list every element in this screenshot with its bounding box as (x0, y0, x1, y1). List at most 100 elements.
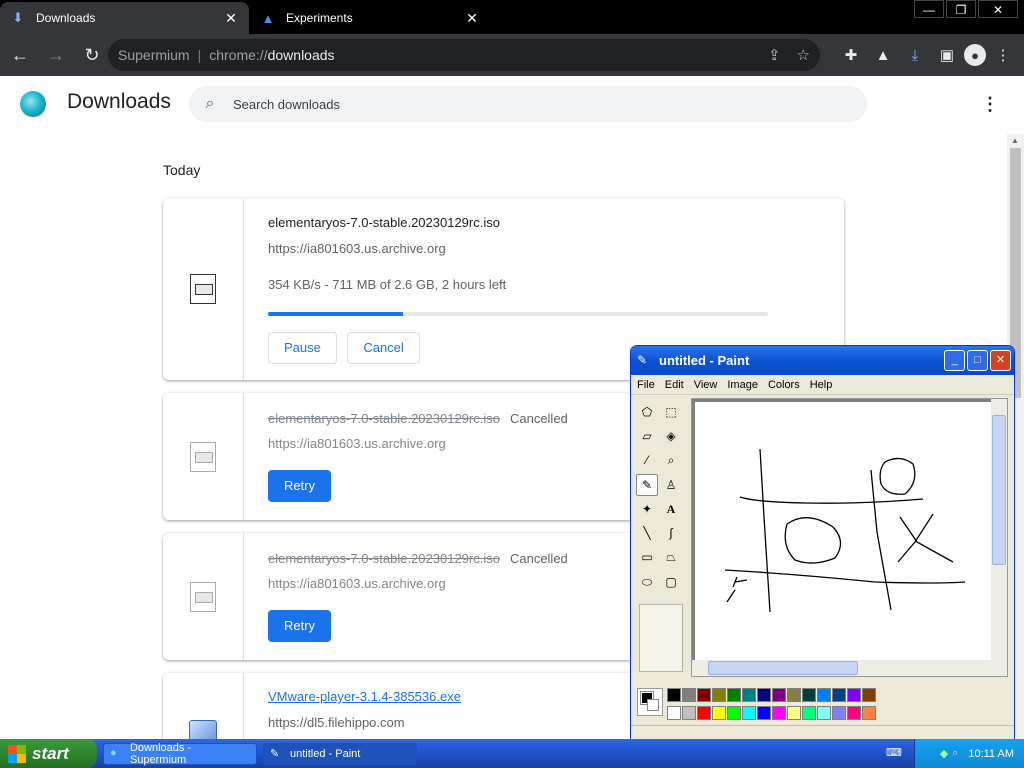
palette-swatch[interactable] (712, 688, 726, 702)
palette-swatch[interactable] (697, 706, 711, 720)
palette-swatch[interactable] (862, 706, 876, 720)
palette-swatch[interactable] (817, 688, 831, 702)
keyboard-icon[interactable]: ⌨ (886, 746, 902, 760)
labs-flask-icon[interactable]: ▲ (868, 39, 898, 71)
pause-button[interactable]: Pause (268, 332, 337, 364)
menu-edit[interactable]: Edit (665, 379, 684, 391)
palette-swatch[interactable] (742, 688, 756, 702)
extensions-icon[interactable]: ✚ (836, 39, 866, 71)
palette-swatch[interactable] (787, 706, 801, 720)
search-icon[interactable]: ⌕ (952, 747, 958, 760)
paint-maximize-button[interactable]: □ (967, 350, 988, 371)
palette-swatch[interactable] (802, 706, 816, 720)
file-source[interactable]: https://ia801603.us.archive.org (268, 576, 446, 591)
pencil-icon[interactable]: ✎ (636, 473, 658, 496)
cancel-button[interactable]: Cancel (347, 332, 420, 364)
menu-colors[interactable]: Colors (768, 379, 800, 391)
menu-kebab-icon[interactable]: ⋮ (988, 39, 1018, 71)
restore-button[interactable]: ❐ (946, 0, 976, 18)
palette-swatch[interactable] (757, 706, 771, 720)
retry-button[interactable]: Retry (268, 610, 332, 642)
curve-tool-icon[interactable]: ∫ (660, 522, 682, 544)
network-icon[interactable]: ◆ (940, 747, 948, 760)
rect-select-icon[interactable]: ⬚ (660, 401, 682, 423)
fill-bucket-icon[interactable]: ◈ (660, 425, 682, 447)
retry-button[interactable]: Retry (268, 470, 332, 502)
start-button[interactable]: start (0, 739, 97, 768)
magnifier-icon[interactable]: ⌕ (660, 450, 682, 472)
address-bar[interactable]: Supermium | chrome://downloads ⇪ ☆ (108, 39, 820, 71)
ellipse-tool-icon[interactable]: ⬭ (636, 571, 658, 593)
scroll-up-arrow-icon[interactable]: ▲ (1011, 136, 1019, 145)
downloads-progress-icon[interactable]: ⤓ (900, 39, 930, 71)
paint-horizontal-scrollbar[interactable] (692, 660, 1007, 676)
paint-title-bar[interactable]: ✎ untitled - Paint _ □ ✕ (631, 346, 1014, 375)
line-tool-icon[interactable]: ╲ (636, 522, 658, 544)
share-icon[interactable]: ⇪ (768, 46, 781, 64)
palette-swatch[interactable] (847, 706, 861, 720)
file-source[interactable]: https://ia801603.us.archive.org (268, 436, 446, 451)
menu-image[interactable]: Image (727, 379, 758, 391)
reload-button[interactable]: ↻ (76, 39, 108, 71)
search-box[interactable]: ⌕ (189, 86, 867, 122)
file-source[interactable]: https://dl5.filehippo.com (268, 715, 405, 730)
palette-swatch[interactable] (727, 688, 741, 702)
palette-swatch[interactable] (832, 706, 846, 720)
text-tool-icon[interactable]: A (660, 498, 682, 520)
more-actions-icon[interactable]: ⋮ (978, 94, 1002, 118)
menu-view[interactable]: View (694, 379, 718, 391)
palette-swatch[interactable] (712, 706, 726, 720)
palette-swatch[interactable] (817, 706, 831, 720)
palette-swatch[interactable] (862, 688, 876, 702)
current-colors[interactable] (637, 688, 663, 716)
palette-swatch[interactable] (667, 688, 681, 702)
paint-close-button[interactable]: ✕ (990, 350, 1011, 371)
rounded-rect-tool-icon[interactable]: ▢ (660, 571, 682, 593)
palette-swatch[interactable] (772, 688, 786, 702)
eraser-icon[interactable]: ▱ (636, 425, 658, 447)
free-select-icon[interactable]: ⬠ (636, 401, 658, 423)
menu-help[interactable]: Help (810, 379, 833, 391)
taskbar-item-browser[interactable]: ● Downloads - Supermium (103, 742, 257, 766)
paint-minimize-button[interactable]: _ (944, 350, 965, 371)
palette-swatch[interactable] (772, 706, 786, 720)
tab-downloads[interactable]: ⬇ Downloads ✕ (0, 2, 249, 34)
palette-swatch[interactable] (727, 706, 741, 720)
palette-swatch[interactable] (742, 706, 756, 720)
close-tab-icon[interactable]: ✕ (464, 10, 480, 27)
file-name-link[interactable]: VMware-player-3.1.4-385536.exe (268, 689, 461, 704)
paint-vscroll-thumb[interactable] (992, 415, 1006, 565)
palette-swatch[interactable] (697, 688, 711, 702)
rectangle-tool-icon[interactable]: ▭ (636, 546, 658, 568)
palette-swatch[interactable] (832, 688, 846, 702)
palette-swatch[interactable] (682, 706, 696, 720)
minimize-button[interactable]: — (914, 0, 944, 18)
palette-swatch[interactable] (682, 688, 696, 702)
file-source[interactable]: https://ia801603.us.archive.org (268, 241, 446, 256)
side-panel-icon[interactable]: ▣ (932, 39, 962, 71)
bookmark-star-icon[interactable]: ☆ (797, 46, 810, 64)
profile-avatar-icon[interactable]: ● (964, 44, 986, 66)
close-tab-icon[interactable]: ✕ (223, 10, 239, 27)
polygon-tool-icon[interactable]: ⏢ (660, 547, 682, 569)
tool-options-box[interactable] (639, 604, 683, 672)
airbrush-icon[interactable]: ✦ (636, 498, 658, 520)
close-window-button[interactable]: ✕ (978, 0, 1018, 18)
file-name[interactable]: elementaryos-7.0-stable.20230129rc.iso (268, 215, 500, 230)
search-input[interactable] (233, 96, 833, 112)
color-picker-icon[interactable]: ⁄ (636, 449, 658, 471)
palette-swatch[interactable] (847, 688, 861, 702)
taskbar-item-paint[interactable]: ✎ untitled - Paint (263, 742, 417, 765)
tab-experiments[interactable]: ▲ Experiments ✕ (250, 2, 490, 34)
palette-swatch[interactable] (757, 688, 771, 702)
forward-button[interactable]: → (40, 39, 72, 71)
brush-icon[interactable]: ♙ (660, 474, 682, 496)
menu-file[interactable]: File (637, 379, 655, 391)
palette-swatch[interactable] (667, 706, 681, 720)
back-button[interactable]: ← (4, 39, 36, 71)
paint-canvas[interactable] (695, 402, 993, 660)
paint-hscroll-thumb[interactable] (708, 661, 858, 675)
palette-swatch[interactable] (802, 688, 816, 702)
paint-vertical-scrollbar[interactable] (991, 399, 1007, 661)
palette-swatch[interactable] (787, 688, 801, 702)
